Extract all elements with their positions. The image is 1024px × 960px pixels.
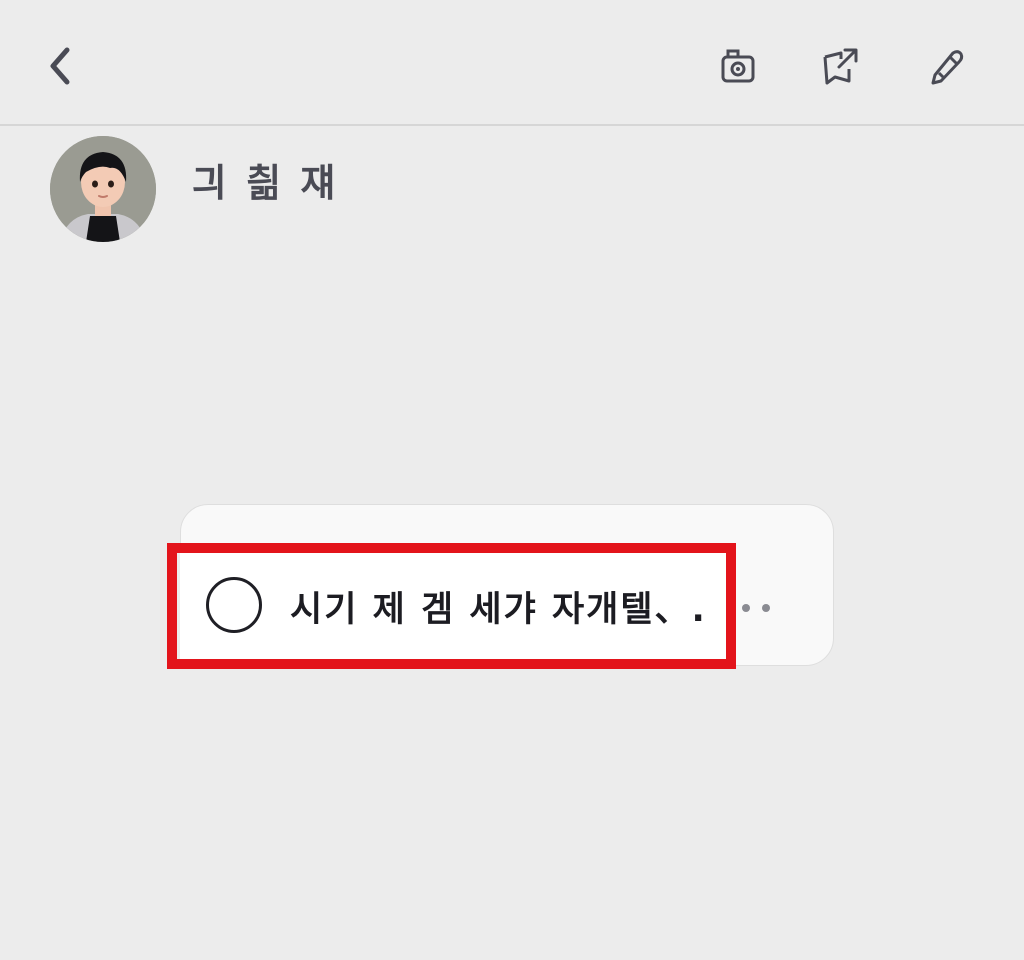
- profile-header: 긔 칆 쟤: [50, 136, 550, 246]
- task-checkbox[interactable]: [206, 577, 262, 633]
- top-bar: [0, 0, 1024, 126]
- dot: [762, 604, 770, 612]
- share-export-icon: [823, 48, 858, 85]
- share-button[interactable]: [816, 42, 864, 90]
- task-item[interactable]: 시기 제 겜 세갸 자개텔、.: [180, 553, 726, 659]
- more-dots[interactable]: [742, 598, 770, 618]
- user-avatar: [50, 136, 156, 242]
- dot: [742, 604, 750, 612]
- camera-button[interactable]: [714, 42, 762, 90]
- chevron-left-icon: [50, 47, 70, 85]
- pencil-edit-icon: [931, 50, 964, 85]
- task-text: 시기 제 겜 세갸 자개텔、.: [290, 590, 707, 630]
- avatar[interactable]: [50, 136, 156, 242]
- profile-name: 긔 칆 쟤: [192, 161, 339, 205]
- edit-button[interactable]: [922, 42, 970, 90]
- camera-icon: [721, 49, 755, 83]
- back-button[interactable]: [36, 42, 84, 90]
